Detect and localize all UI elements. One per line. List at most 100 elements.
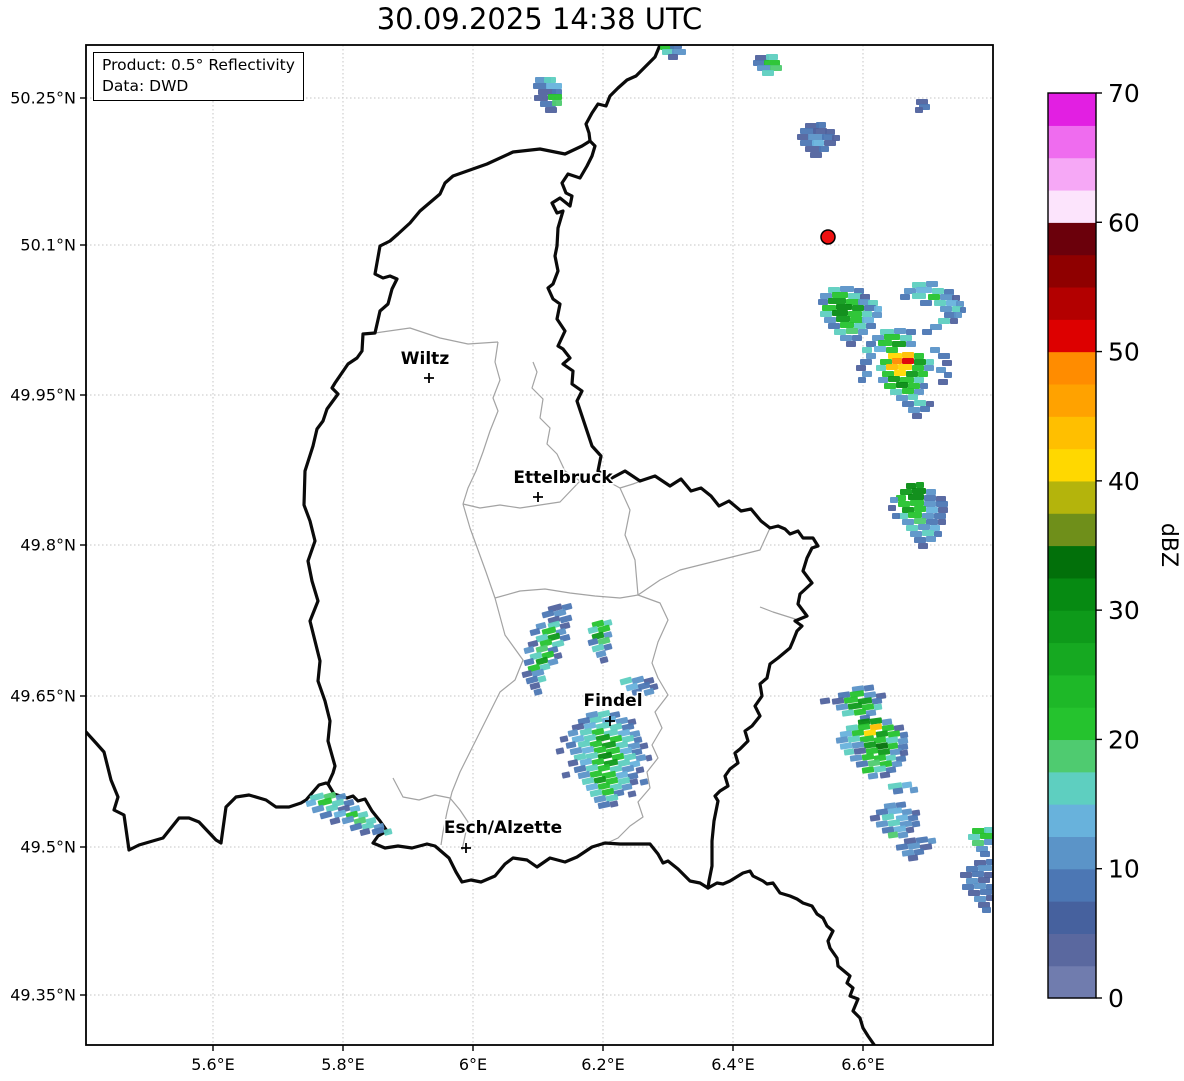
radar-bin xyxy=(555,747,565,755)
radar-bin xyxy=(862,347,872,353)
radar-bin xyxy=(982,907,991,913)
echo-se-blue-2 xyxy=(895,836,937,862)
radar-bin xyxy=(545,107,557,113)
colorbar-segment xyxy=(1048,739,1096,773)
radar-bin xyxy=(926,489,936,495)
radar-bin xyxy=(643,688,655,696)
echo-top-right xyxy=(753,54,782,76)
radar-bin xyxy=(848,311,862,317)
colorbar-tick-label: 40 xyxy=(1108,467,1140,496)
region-border-line xyxy=(374,327,499,345)
radar-bin xyxy=(534,95,548,101)
radar-bin xyxy=(954,312,962,318)
echo-tiny-dot xyxy=(915,99,930,113)
radar-bin xyxy=(888,505,896,511)
radar-bin xyxy=(887,819,901,827)
radar-bin xyxy=(523,646,535,654)
city-plus-marker xyxy=(424,373,434,383)
y-tick-label: 49.5°N xyxy=(20,838,76,857)
radar-bin xyxy=(797,134,809,140)
radar-bin xyxy=(984,839,993,845)
radar-bin xyxy=(938,318,950,324)
radar-bin xyxy=(914,377,924,383)
region-border-line xyxy=(392,777,469,851)
radar-bin xyxy=(938,379,948,385)
radar-bin xyxy=(645,754,653,762)
radar-bin xyxy=(872,312,882,318)
colorbar-segment xyxy=(1048,222,1096,256)
radar-bin xyxy=(908,407,920,413)
radar-bin xyxy=(840,286,854,292)
echo-north-small xyxy=(533,77,562,113)
radar-bin xyxy=(912,365,924,371)
radar-bin xyxy=(972,871,984,877)
radar-bin xyxy=(805,146,821,152)
radar-bin xyxy=(529,628,541,636)
radar-app: 30.09.2025 14:38 UTC Wiltz Ettelbruck Find… xyxy=(0,0,1184,1081)
radar-bin xyxy=(960,872,972,878)
region-border-line xyxy=(440,597,524,846)
colorbar-segment xyxy=(1048,610,1096,644)
radar-bin xyxy=(920,383,928,389)
colorbar-segment xyxy=(1048,383,1096,417)
radar-bin xyxy=(894,328,906,334)
radar-bin xyxy=(924,495,936,501)
radar-bin xyxy=(934,300,946,306)
radar-bin xyxy=(914,400,926,406)
y-tick-label: 50.1°N xyxy=(20,236,76,255)
radar-bin xyxy=(974,883,986,889)
radar-bin xyxy=(840,322,854,328)
region-border-line xyxy=(637,527,771,596)
radar-bin xyxy=(359,828,371,836)
radar-bin xyxy=(884,383,896,389)
radar-bin xyxy=(876,365,886,371)
colorbar-segment xyxy=(1048,674,1096,708)
colorbar: 0 10 20 30 40 50 60 70 dBZ xyxy=(1047,79,1181,1013)
colorbar-segment xyxy=(1048,771,1096,805)
radar-bin xyxy=(862,311,872,317)
echo-storm-complex xyxy=(818,281,966,419)
radar-bin xyxy=(968,834,980,840)
radar-bin xyxy=(879,771,891,779)
country-borders xyxy=(86,45,877,1045)
radar-bin xyxy=(927,837,937,845)
colorbar-segment xyxy=(1048,254,1096,288)
radar-bin xyxy=(858,329,868,335)
radar-bin xyxy=(978,877,990,883)
radar-bin xyxy=(920,406,930,412)
radar-bin xyxy=(875,730,889,738)
radar-bin xyxy=(936,501,948,507)
radar-bin xyxy=(878,340,892,346)
radar-bin xyxy=(908,394,918,400)
radar-bin xyxy=(858,377,866,383)
radar-bin xyxy=(944,372,952,378)
radar-bin xyxy=(856,365,866,371)
product-info-box: Product: 0.5° Reflectivity Data: DWD xyxy=(93,52,304,101)
radar-bin xyxy=(832,310,848,316)
radar-bin xyxy=(980,833,993,839)
radar-bin xyxy=(836,304,852,310)
radar-bin xyxy=(813,128,827,134)
radar-bin xyxy=(873,765,887,773)
radar-bin xyxy=(836,316,850,322)
colorbar-segment xyxy=(1048,965,1096,999)
radar-bin xyxy=(603,643,613,651)
radar-bin xyxy=(567,759,579,767)
x-tick-label: 6.2°E xyxy=(581,1055,625,1074)
radar-bin xyxy=(950,318,958,324)
radar-bin xyxy=(899,749,909,757)
radar-bin xyxy=(810,152,822,158)
axis-ticks xyxy=(80,97,864,1051)
radar-bin xyxy=(897,831,909,839)
radar-bin xyxy=(940,294,954,300)
colorbar-tick-label: 10 xyxy=(1108,855,1140,884)
radar-bin xyxy=(890,497,898,503)
colorbar-segment xyxy=(1048,93,1096,126)
gridlines xyxy=(86,45,993,1045)
city-label: Ettelbruck xyxy=(513,468,613,488)
radar-bin xyxy=(886,364,898,370)
colorbar-segment xyxy=(1048,189,1096,223)
radar-bin xyxy=(670,45,682,49)
radar-bin xyxy=(325,803,339,813)
radar-bin xyxy=(906,525,918,531)
